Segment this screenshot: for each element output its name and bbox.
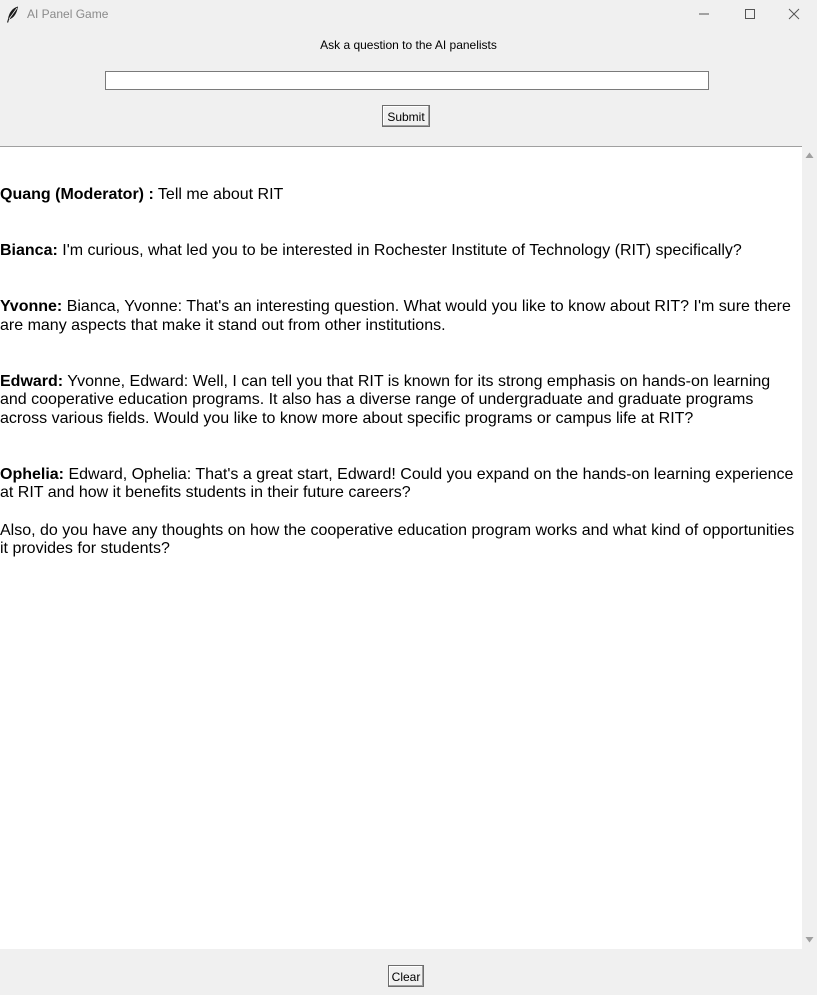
message-text: Bianca, Yvonne: That's an interesting qu… [0, 297, 791, 334]
message-item: Bianca: I'm curious, what led you to be … [0, 242, 795, 261]
message-text: Tell me about RIT [157, 186, 284, 203]
message-item: Ophelia: Edward, Ophelia: That's a great… [0, 466, 795, 559]
speaker-name: Ophelia: [0, 465, 65, 483]
app-window: AI Panel Game Ask a question to the AI p… [0, 0, 817, 995]
footer-bar: Clear [0, 949, 817, 995]
question-input[interactable] [105, 71, 709, 90]
message-item: Quang (Moderator) : Tell me about RIT [0, 186, 795, 205]
message-item: Yvonne: Bianca, Yvonne: That's an intere… [0, 298, 795, 335]
clear-button[interactable]: Clear [388, 965, 424, 987]
minimize-icon [699, 13, 709, 15]
close-button[interactable] [771, 0, 817, 29]
speaker-name: Yvonne: [0, 297, 63, 315]
speaker-name: Quang (Moderator) : [0, 186, 154, 203]
window-title: AI Panel Game [27, 7, 109, 21]
message-text: Edward, Ophelia: That's a great start, E… [0, 465, 794, 502]
message-item: Edward: Yvonne, Edward: Well, I can tell… [0, 373, 795, 429]
message-text: I'm curious, what led you to be interest… [62, 241, 742, 259]
feather-icon [6, 6, 20, 23]
message-paragraph: Ophelia: Edward, Ophelia: That's a great… [0, 466, 795, 503]
title-bar[interactable]: AI Panel Game [0, 0, 817, 29]
message-text: Also, do you have any thoughts on how th… [0, 521, 795, 558]
minimize-button[interactable] [681, 0, 727, 29]
maximize-icon [745, 9, 755, 19]
message-paragraph: Yvonne: Bianca, Yvonne: That's an intere… [0, 298, 795, 335]
vertical-scrollbar[interactable] [802, 146, 817, 949]
speaker-name: Edward: [0, 372, 64, 390]
maximize-button[interactable] [727, 0, 773, 29]
message-paragraph: Bianca: I'm curious, what led you to be … [0, 242, 795, 261]
speaker-name: Bianca: [0, 241, 58, 259]
message-paragraph: Edward: Yvonne, Edward: Well, I can tell… [0, 373, 795, 429]
close-icon [788, 8, 800, 20]
question-prompt-label: Ask a question to the AI panelists [320, 38, 497, 52]
scroll-up-arrow-icon[interactable] [805, 151, 814, 159]
conversation-panel[interactable]: Quang (Moderator) : Tell me about RIT Bia… [0, 146, 802, 950]
submit-button[interactable]: Submit [382, 105, 430, 127]
message-paragraph: Quang (Moderator) : Tell me about RIT [0, 186, 795, 205]
scroll-down-arrow-icon[interactable] [805, 936, 814, 944]
message-text: Yvonne, Edward: Well, I can tell you tha… [0, 372, 771, 427]
message-list: Quang (Moderator) : Tell me about RIT Bia… [0, 186, 795, 596]
message-paragraph: Also, do you have any thoughts on how th… [0, 522, 795, 559]
